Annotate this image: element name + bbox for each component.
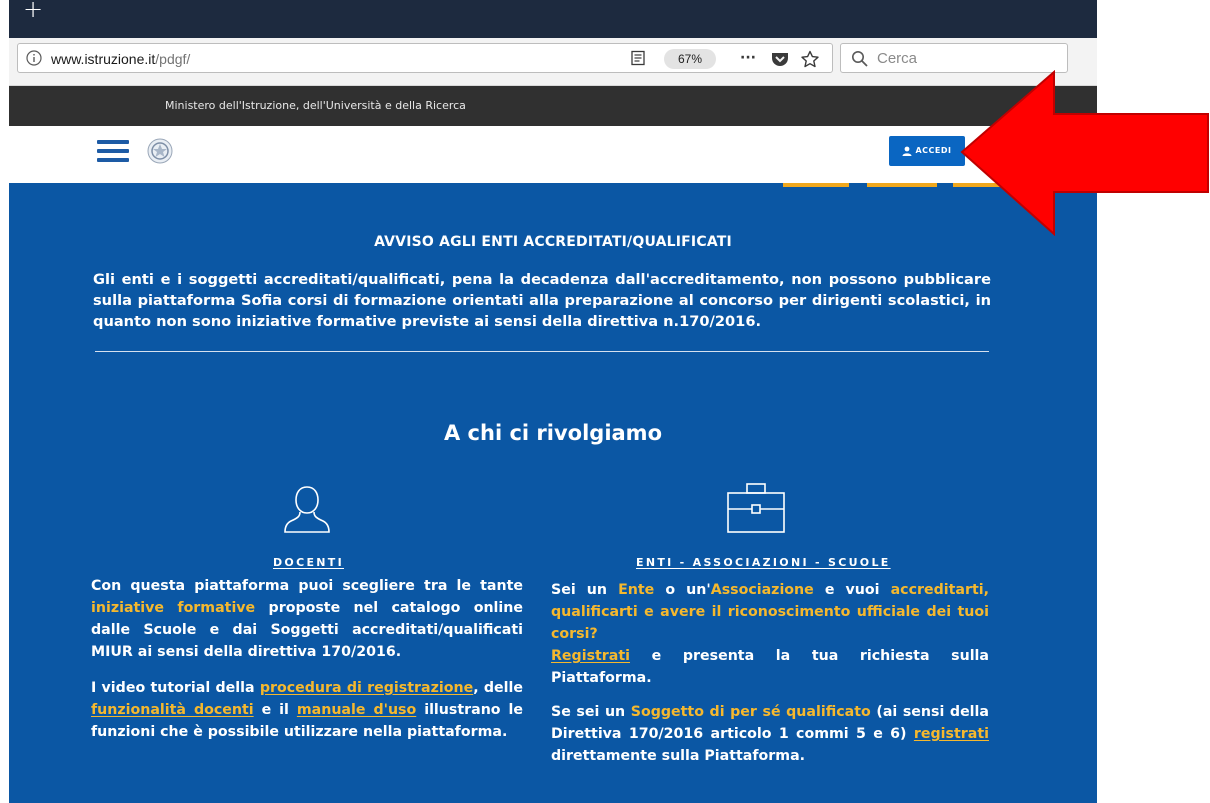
browser-tab-strip: + xyxy=(9,0,1097,38)
red-arrow-annotation xyxy=(960,70,1209,236)
url-path: /pdgf/ xyxy=(155,51,191,67)
iniziative-formative-link[interactable]: iniziative formative xyxy=(91,600,255,616)
user-manual-link[interactable]: manuale d'uso xyxy=(297,702,416,718)
register-directly-link[interactable]: registrati xyxy=(914,726,989,742)
enti-heading[interactable]: ENTI - ASSOCIAZIONI - SCUOLE xyxy=(636,556,891,570)
info-icon[interactable] xyxy=(26,50,42,66)
url-text[interactable]: www.istruzione.it/pdgf/ xyxy=(51,50,190,68)
menu-icon[interactable] xyxy=(97,140,129,164)
address-bar[interactable]: www.istruzione.it/pdgf/ 67% ··· xyxy=(17,43,833,73)
pocket-icon[interactable] xyxy=(770,50,790,68)
user-icon xyxy=(902,146,912,156)
decorative-tab xyxy=(867,183,937,187)
enti-paragraph: Se sei un Soggetto di per sé qualificato… xyxy=(551,701,989,767)
text-span: e il xyxy=(253,702,297,718)
qualified-subject-highlight: Soggetto di per sé qualificato xyxy=(630,704,871,720)
enti-column: Sei un Ente o un'Associazione e vuoi acc… xyxy=(551,579,989,781)
docenti-column: Con questa piattaforma puoi scegliere tr… xyxy=(91,575,523,757)
new-tab-button[interactable]: + xyxy=(23,0,43,21)
person-icon xyxy=(284,486,330,533)
search-placeholder: Cerca xyxy=(877,50,918,67)
text-span: I video tutorial della xyxy=(91,680,260,696)
decorative-tab xyxy=(783,183,849,187)
site-header: ACCEDI xyxy=(9,126,1097,183)
notice-title: AVVISO AGLI ENTI ACCREDITATI/QUALIFICATI xyxy=(374,234,732,250)
docenti-paragraph: I video tutorial della procedura di regi… xyxy=(91,677,523,743)
login-button[interactable]: ACCEDI xyxy=(889,136,965,166)
registration-procedure-link[interactable]: procedura di registrazione xyxy=(260,680,473,696)
text-span: e vuoi xyxy=(813,582,891,598)
docenti-paragraph: Con questa piattaforma puoi scegliere tr… xyxy=(91,575,523,663)
text-span: direttamente sulla Piattaforma. xyxy=(551,748,806,764)
search-icon xyxy=(852,51,868,67)
browser-toolbar: www.istruzione.it/pdgf/ 67% ··· Cerca xyxy=(9,38,1097,86)
search-box[interactable]: Cerca xyxy=(840,43,1068,73)
section-title: A chi ci rivolgiamo xyxy=(443,421,662,445)
login-label: ACCEDI xyxy=(915,146,952,155)
associazione-highlight: Associazione xyxy=(710,582,814,598)
republic-emblem-icon[interactable] xyxy=(147,138,173,164)
text-span: Se sei un xyxy=(551,704,631,720)
reader-view-icon[interactable] xyxy=(630,50,646,66)
docenti-heading[interactable]: DOCENTI xyxy=(273,556,344,570)
briefcase-icon xyxy=(727,483,785,533)
text-span: , delle xyxy=(473,680,523,696)
more-actions-icon[interactable]: ··· xyxy=(740,50,760,68)
bookmark-star-icon[interactable] xyxy=(800,50,820,68)
main-content: AVVISO AGLI ENTI ACCREDITATI/QUALIFICATI… xyxy=(9,183,1097,803)
teacher-features-link[interactable]: funzionalità docenti xyxy=(91,702,254,718)
ente-highlight: Ente xyxy=(618,582,655,598)
ministry-bar: Ministero dell'Istruzione, dell'Universi… xyxy=(9,86,1097,126)
text-span: Sei un xyxy=(551,582,619,598)
divider xyxy=(95,351,989,352)
register-link[interactable]: Registrati xyxy=(551,648,630,664)
enti-paragraph: Sei un Ente o un'Associazione e vuoi acc… xyxy=(551,579,989,689)
zoom-level-badge[interactable]: 67% xyxy=(664,49,716,69)
notice-body: Gli enti e i soggetti accreditati/qualif… xyxy=(93,271,991,330)
ministry-link[interactable]: Ministero dell'Istruzione, dell'Universi… xyxy=(165,99,466,113)
text-span: Con questa piattaforma puoi scegliere tr… xyxy=(91,578,523,594)
url-host: www.istruzione.it xyxy=(51,51,156,67)
text-span: o un' xyxy=(654,582,711,598)
